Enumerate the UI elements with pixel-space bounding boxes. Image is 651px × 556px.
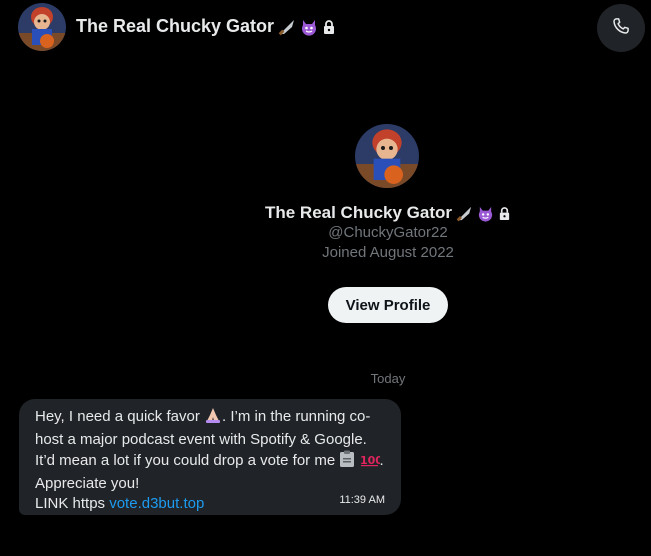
conversation-header: The Real Chucky Gator [0,0,651,54]
message-link[interactable]: vote.d3but.top [109,495,204,512]
profile-avatar[interactable] [355,124,419,188]
call-button[interactable] [597,4,645,52]
message-text-part-1: Hey, I need a quick favor [35,408,200,425]
knife-icon [456,205,473,222]
header-name-text: The Real Chucky Gator [76,16,275,36]
praying-hands-icon [204,406,222,430]
lock-icon [322,19,336,35]
message-text: Hey, I need a quick favor . I’m in the r… [35,406,385,514]
profile-joined-date: Joined August 2022 [322,244,454,261]
message-timestamp: 11:39 AM [339,494,385,506]
day-separator: Today [370,371,406,386]
hundred-points-icon: 100 [360,452,383,474]
view-profile-button[interactable]: View Profile [328,287,448,323]
profile-handle: @ChuckyGator22 [328,224,448,241]
phone-icon [611,16,631,41]
profile-name: The Real Chucky Gator [0,203,651,223]
clipboard-icon [339,450,355,474]
lock-icon [498,206,511,221]
message-bubble[interactable]: Hey, I need a quick favor . I’m in the r… [19,399,401,515]
devil-icon [300,18,318,36]
devil-icon [477,205,494,222]
message-link-prefix: LINK https [35,495,106,512]
avatar[interactable] [18,3,66,51]
header-title[interactable]: The Real Chucky Gator [76,16,336,37]
knife-icon [278,18,296,36]
profile-name-text: The Real Chucky Gator [264,203,453,222]
